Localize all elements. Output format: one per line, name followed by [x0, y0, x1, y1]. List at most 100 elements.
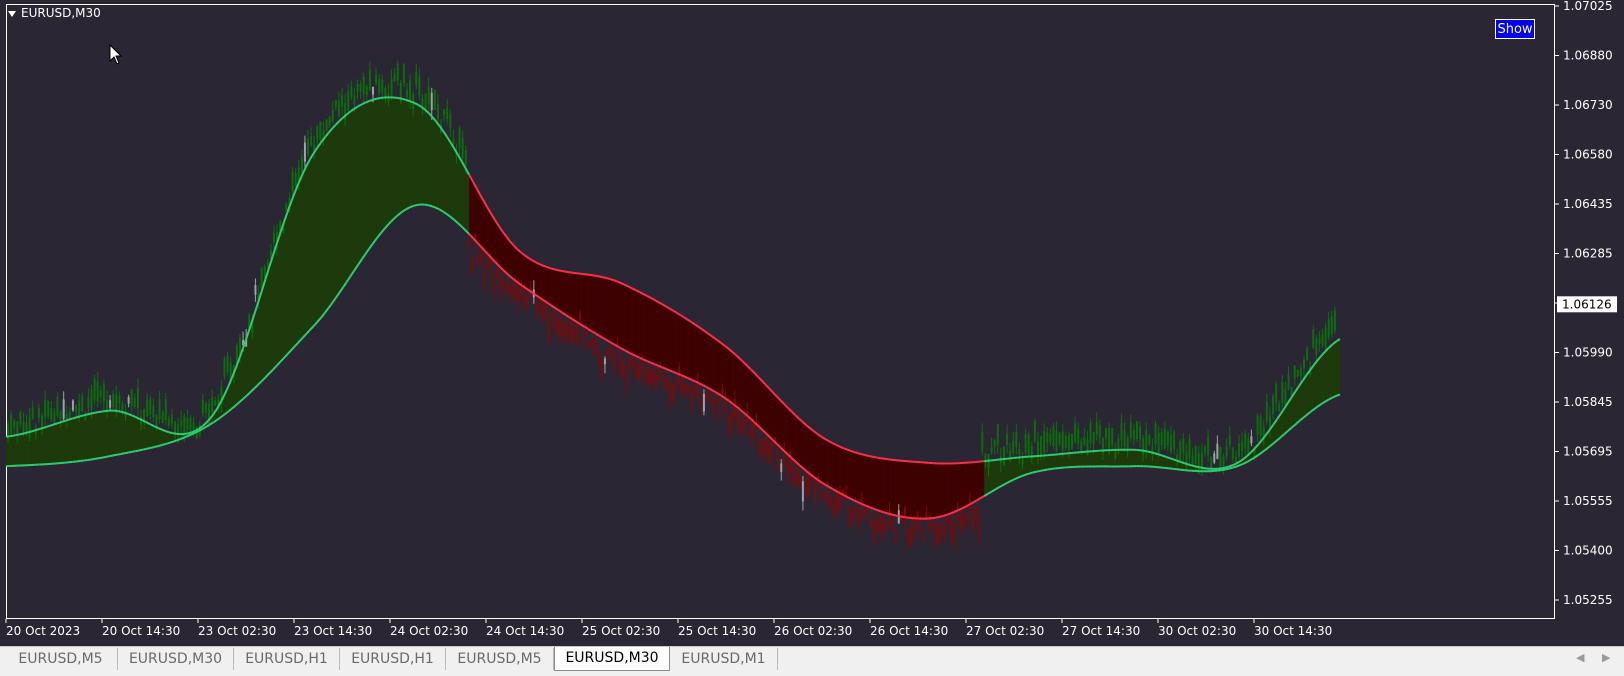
candle-body — [736, 411, 739, 430]
candle-body — [1052, 425, 1055, 447]
candle-body — [266, 261, 269, 267]
band-fill-segment — [713, 337, 718, 394]
candle-body — [712, 400, 715, 413]
chart-tab[interactable]: EURUSD,H1 — [234, 648, 340, 670]
chart-tab[interactable]: EURUSD,M30 — [118, 648, 234, 670]
band-lower-line — [1047, 468, 1052, 471]
band-lower-line — [157, 444, 162, 448]
band-upper-line — [854, 451, 859, 455]
candle-body — [681, 377, 684, 396]
band-upper-line — [1199, 466, 1204, 469]
candle-body — [579, 315, 582, 321]
price-tick-label: 1.06880 — [1563, 49, 1613, 63]
show-button[interactable]: Show — [1495, 19, 1535, 39]
candle-body — [1330, 316, 1333, 335]
chart-tab[interactable]: EURUSD,H1 — [340, 648, 446, 670]
band-fill-segment — [509, 241, 514, 280]
candle-body — [504, 284, 507, 291]
time-tick-label: 30 Oct 02:30 — [1158, 624, 1236, 638]
band-lower-line — [950, 510, 955, 515]
band-upper-line — [183, 432, 188, 436]
band-fill-segment — [980, 461, 985, 499]
candle-body — [526, 296, 529, 303]
candle-body — [1219, 446, 1222, 467]
chart-tab[interactable]: EURUSD,M5 — [446, 648, 554, 670]
candle-body — [1139, 426, 1142, 440]
candle-body — [823, 493, 826, 501]
chart-plot-area[interactable] — [6, 4, 1555, 619]
band-fill-segment — [465, 168, 470, 235]
candle-body — [495, 266, 498, 275]
band-lower-line — [183, 435, 188, 439]
candle-body — [916, 512, 919, 522]
band-upper-line — [24, 431, 29, 435]
candle-body — [783, 451, 786, 464]
candle-body — [1083, 436, 1086, 446]
band-fill-segment — [332, 124, 336, 304]
scroll-right-icon[interactable]: ▶ — [1602, 651, 1610, 664]
candle-body — [944, 526, 947, 537]
band-upper-line — [865, 454, 870, 458]
band-lower-line — [172, 439, 177, 443]
band-lower-line — [902, 515, 907, 519]
band-fill-segment — [350, 108, 355, 277]
candle-body — [1049, 434, 1052, 443]
band-fill-segment — [402, 98, 407, 212]
candle-body — [965, 512, 968, 524]
band-upper-line — [872, 455, 877, 459]
price-chart[interactable]: 1.07025 1.06880 1.06730 1.06580 1.06435 1.062… — [0, 0, 1624, 646]
band-fill-segment — [1088, 451, 1092, 467]
candle-body — [560, 323, 563, 337]
band-fill-segment — [550, 268, 555, 308]
candle-body — [860, 498, 863, 519]
candle-body — [863, 508, 866, 514]
chart-tab[interactable]: EURUSD,M5 — [4, 648, 118, 670]
candle-body — [1324, 327, 1327, 347]
candle-body — [715, 394, 718, 406]
candle-body — [1327, 318, 1330, 339]
chart-tab[interactable]: EURUSD,M1 — [670, 648, 778, 670]
candle-body — [563, 321, 566, 337]
candle-body — [1302, 359, 1305, 369]
band-upper-line — [409, 100, 414, 104]
band-lower-line — [87, 458, 92, 462]
band-fill-segment — [383, 97, 388, 230]
chart-symbol-title[interactable]: EURUSD,M30 — [8, 6, 101, 20]
scroll-left-icon[interactable]: ◀ — [1576, 651, 1584, 664]
band-fill-segment — [80, 415, 84, 462]
band-fill-segment — [806, 425, 811, 475]
band-fill-segment — [976, 461, 981, 501]
candle-body — [1033, 420, 1036, 442]
chart-tab[interactable]: EURUSD,M30 — [554, 647, 670, 671]
band-fill-segment — [658, 301, 662, 368]
candle-body — [1284, 389, 1287, 406]
candle-body — [44, 399, 47, 418]
band-fill-segment — [795, 415, 799, 465]
time-tick-label: 24 Oct 14:30 — [486, 624, 564, 638]
candle-body — [436, 103, 439, 119]
candle-body — [1095, 421, 1098, 436]
candle-body — [1040, 436, 1043, 456]
candle-body — [684, 383, 687, 392]
candle-body — [1259, 416, 1262, 436]
band-fill-segment — [732, 351, 736, 407]
candle-body — [699, 399, 702, 407]
candle-body — [1318, 337, 1321, 345]
candle-body — [1036, 441, 1039, 457]
candle-body — [814, 486, 817, 498]
band-upper-line — [405, 98, 411, 103]
candle-body — [696, 382, 699, 398]
candle-body — [820, 490, 823, 498]
candle-body — [1024, 433, 1027, 453]
candle-body — [112, 393, 115, 408]
band-fill-segment — [654, 299, 659, 366]
band-fill-segment — [962, 462, 966, 509]
candle-body — [433, 89, 436, 110]
band-fill-segment — [409, 101, 414, 208]
band-fill-segment — [484, 201, 488, 254]
candle-body — [551, 311, 554, 320]
band-fill-segment — [280, 222, 284, 362]
candle-body — [226, 355, 229, 372]
candle-body — [706, 394, 709, 400]
band-lower-line — [668, 369, 674, 373]
